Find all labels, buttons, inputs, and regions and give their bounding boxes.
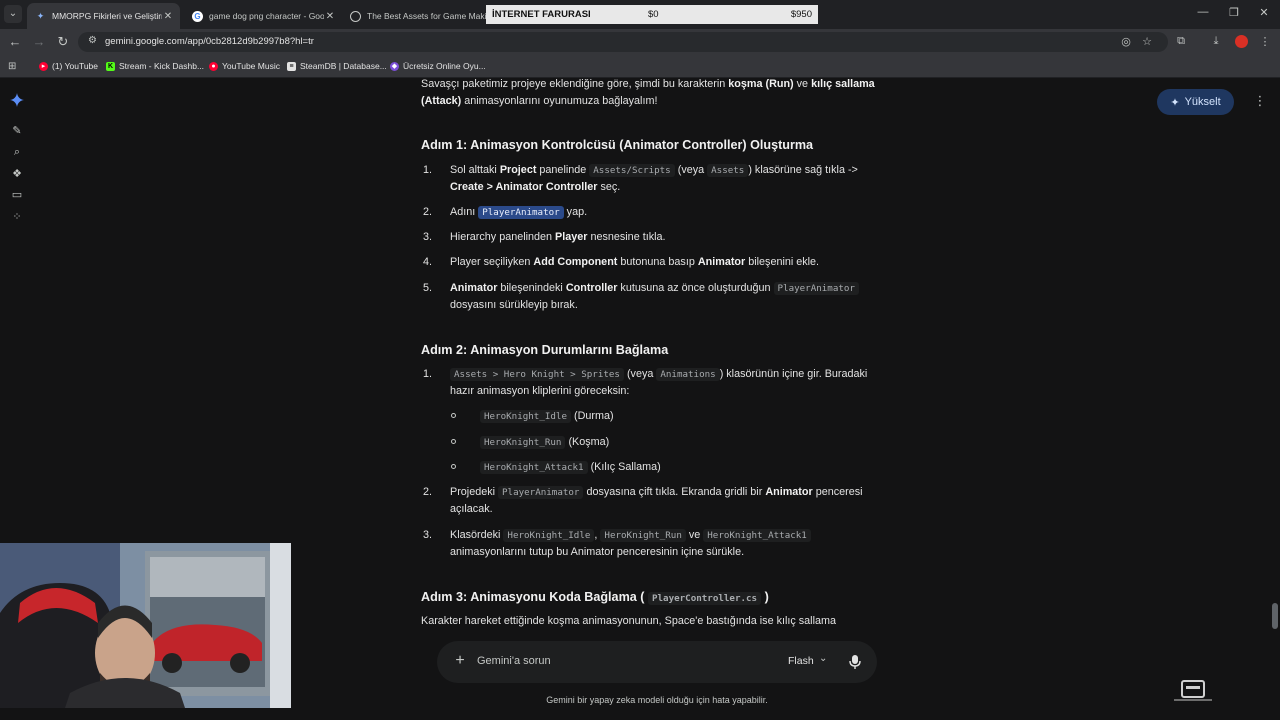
prompt-placeholder[interactable]: Gemini'a sorun xyxy=(477,655,551,667)
list-item: 2. Projedeki PlayerAnimator dosyasına çi… xyxy=(423,486,863,515)
extensions-icon[interactable]: ⧉ xyxy=(1174,35,1188,48)
intro-paragraph: Savaşçı paketimiz projeye eklendiğine gö… xyxy=(421,78,875,107)
bookmark-label: Ücretsiz Online Oyu... xyxy=(403,61,486,71)
youtube-music-icon: ● xyxy=(209,61,218,71)
bookmark-label: YouTube Music xyxy=(222,61,280,71)
chevron-down-icon[interactable]: ⌄ xyxy=(819,653,827,664)
bookmark-youtube[interactable]: ▸ (1) YouTube xyxy=(39,61,98,71)
add-attachment-icon[interactable]: + xyxy=(452,651,468,671)
microphone-icon[interactable] xyxy=(848,654,862,670)
gemini-sparkle-icon[interactable] xyxy=(10,93,24,107)
apps-grid-icon[interactable]: ⊞ xyxy=(8,61,16,72)
list-item: 2. Adını PlayerAnimator yap. xyxy=(423,206,588,219)
tab-mmorpg[interactable]: ✦ MMORPG Fikirleri ve Geliştirme ✕ xyxy=(27,3,180,29)
inline-code: HeroKnight_Run xyxy=(480,436,566,449)
inline-code: Assets > Hero Knight > Sprites xyxy=(450,368,624,381)
bookmark-online-games[interactable]: ◆ Ücretsiz Online Oyu... xyxy=(390,61,486,71)
highlighted-code: PlayerAnimator xyxy=(478,206,564,219)
step2-heading: Adım 2: Animasyon Durumlarını Bağlama xyxy=(421,343,669,357)
url-text: gemini.google.com/app/0cb2812d9b2997b8?h… xyxy=(105,36,314,47)
kick-icon: K xyxy=(106,61,115,71)
star-icon[interactable]: ☆ xyxy=(1140,35,1154,48)
inline-code: PlayerController.cs xyxy=(647,592,762,605)
upgrade-button[interactable]: ✦ Yükselt xyxy=(1157,89,1234,115)
maximize-icon[interactable]: ❐ xyxy=(1226,6,1242,19)
more-options-icon[interactable]: ⋮ xyxy=(1253,93,1267,109)
list-item: 5. Animator bileşenindeki Controller kut… xyxy=(421,280,891,314)
library-icon[interactable]: ▭ xyxy=(9,188,25,201)
gemini-favicon-icon: ✦ xyxy=(36,10,45,21)
unity-favicon-icon xyxy=(350,10,361,22)
overlay-max: $950 xyxy=(790,9,812,20)
close-window-icon[interactable]: ✕ xyxy=(1256,6,1272,19)
inline-code: PlayerAnimator xyxy=(498,486,584,499)
disclaimer-text: Gemini bir yapay zeka modeli olduğu için… xyxy=(546,695,768,705)
download-icon[interactable]: ⤓ xyxy=(1209,35,1223,48)
new-chat-icon[interactable]: ✎ xyxy=(9,124,25,137)
list-item: 3. Hierarchy panelinden Player nesnesine… xyxy=(423,231,666,243)
back-icon[interactable]: ← xyxy=(7,34,23,50)
google-favicon-icon: G xyxy=(192,10,203,22)
inline-code: PlayerAnimator xyxy=(773,282,859,295)
gems-icon[interactable]: ❖ xyxy=(9,167,25,180)
list-item: 1. Sol alttaki Project panelinde Assets/… xyxy=(423,164,858,193)
webcam-overlay xyxy=(0,543,291,708)
overlay-min: $0 xyxy=(648,9,659,20)
stream-overlay-bar: İNTERNET FARURASI $0 $950 xyxy=(486,5,818,24)
inline-code: Assets xyxy=(707,164,749,177)
steamdb-icon: ≡ xyxy=(287,61,296,71)
list-item: 4. Player seçiliyken Add Component buton… xyxy=(423,256,820,268)
inline-code: HeroKnight_Idle xyxy=(503,529,595,542)
list-item: 1. Assets > Hero Knight > Sprites (veya … xyxy=(423,368,868,397)
upgrade-label: Yükselt xyxy=(1184,96,1221,108)
reload-icon[interactable]: ↻ xyxy=(55,34,71,50)
clip-list-item: HeroKnight_Run (Koşma) xyxy=(451,434,609,451)
step3-paragraph: Karakter hareket ettiğinde koşma animasy… xyxy=(421,615,836,627)
minimize-icon[interactable]: — xyxy=(1195,6,1211,18)
scrollbar-thumb[interactable] xyxy=(1272,603,1278,629)
game-site-icon: ◆ xyxy=(390,61,399,71)
inline-code: Assets/Scripts xyxy=(589,164,675,177)
tab-close-icon[interactable]: ✕ xyxy=(324,11,336,22)
menu-dots-icon[interactable]: ⋮ xyxy=(1258,35,1272,48)
clip-list-item: HeroKnight_Idle (Durma) xyxy=(451,408,614,425)
clip-list-item: HeroKnight_Attack1 (Kılıç Sallama) xyxy=(451,459,661,476)
channel-logo-icon xyxy=(1174,680,1212,701)
bookmark-label: (1) YouTube xyxy=(52,61,98,71)
step1-heading: Adım 1: Animasyon Kontrolcüsü (Animator … xyxy=(421,138,814,152)
tab-close-icon[interactable]: ✕ xyxy=(162,11,174,22)
inline-code: HeroKnight_Attack1 xyxy=(480,461,588,474)
inline-code: HeroKnight_Attack1 xyxy=(703,529,811,542)
inline-code: HeroKnight_Run xyxy=(600,529,686,542)
youtube-icon: ▸ xyxy=(39,61,48,71)
bookmark-youtube-music[interactable]: ● YouTube Music xyxy=(209,61,280,71)
apps-icon[interactable]: ⁘ xyxy=(9,210,25,223)
bookmark-kick[interactable]: K Stream - Kick Dashb... xyxy=(106,61,204,71)
inline-code: Animations xyxy=(656,368,720,381)
site-info-icon[interactable]: ⚙ xyxy=(88,35,97,46)
tab-title: game dog png character - Goo xyxy=(209,11,324,21)
forward-icon[interactable]: → xyxy=(31,34,47,50)
step3-heading: Adım 3: Animasyonu Koda Bağlama ( Player… xyxy=(421,590,769,605)
bookmark-label: Stream - Kick Dashb... xyxy=(119,61,205,71)
overlay-label: İNTERNET FARURASI xyxy=(492,9,591,20)
tab-game-dog[interactable]: G game dog png character - Goo ✕ xyxy=(184,3,342,29)
tab-title: MMORPG Fikirleri ve Geliştirme xyxy=(52,11,162,21)
prompt-box[interactable]: + Gemini'a sorun Flash ⌄ xyxy=(437,641,877,683)
model-selector-label[interactable]: Flash xyxy=(788,655,814,667)
tab-unity-assets[interactable]: The Best Assets for Game Maki xyxy=(342,3,486,29)
tab-search-button[interactable]: ⌄ xyxy=(4,5,22,23)
profile-avatar[interactable] xyxy=(1235,35,1248,48)
tab-title: The Best Assets for Game Maki xyxy=(367,11,486,21)
address-bar[interactable]: ⚙ gemini.google.com/app/0cb2812d9b2997b8… xyxy=(78,32,1168,52)
eye-off-icon[interactable]: ◎ xyxy=(1119,35,1133,48)
sparkle-icon: ✦ xyxy=(1170,96,1180,109)
inline-code: HeroKnight_Idle xyxy=(480,410,571,423)
list-item: 3. Klasördeki HeroKnight_Idle, HeroKnigh… xyxy=(421,527,891,561)
bookmark-label: SteamDB | Database... xyxy=(300,61,387,71)
bookmark-steamdb[interactable]: ≡ SteamDB | Database... xyxy=(287,61,387,71)
search-icon[interactable]: ⌕ xyxy=(9,146,25,159)
